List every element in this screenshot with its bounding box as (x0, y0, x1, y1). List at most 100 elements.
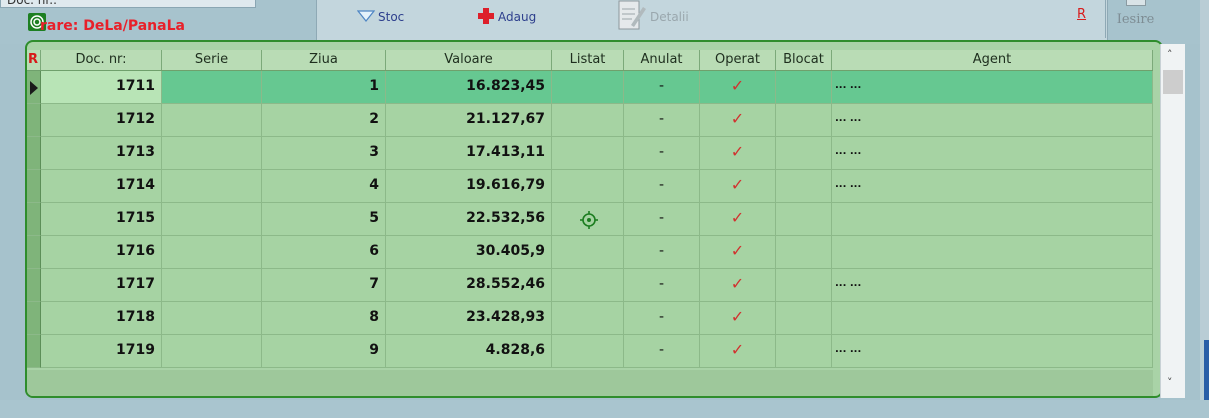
cell-docnr[interactable]: 1717 (41, 269, 162, 302)
cell-serie[interactable] (162, 71, 262, 104)
cell-blocat[interactable] (776, 335, 832, 368)
cell-ziua[interactable]: 3 (262, 137, 386, 170)
col-header-docnr[interactable]: Doc. nr: (41, 50, 162, 70)
cell-ziua[interactable]: 8 (262, 302, 386, 335)
cell-operat[interactable]: ✓ (700, 71, 776, 104)
cell-anulat[interactable]: - (624, 137, 700, 170)
cell-blocat[interactable] (776, 302, 832, 335)
cell-ziua[interactable]: 6 (262, 236, 386, 269)
chevron-down-icon[interactable]: ˅ (1167, 376, 1173, 389)
col-header-operat[interactable]: Operat (700, 50, 776, 70)
cell-agent[interactable]: ... ... (832, 170, 1153, 203)
row-indicator[interactable] (27, 104, 41, 137)
cell-serie[interactable] (162, 236, 262, 269)
cell-agent[interactable] (832, 302, 1153, 335)
table-row[interactable]: 1719 9 4.828,6 - ✓ ... ... (27, 335, 1153, 368)
cell-valoare[interactable]: 28.552,46 (386, 269, 552, 302)
cell-agent[interactable]: ... ... (832, 71, 1153, 104)
stoc-button[interactable]: Stoc (356, 7, 404, 27)
row-indicator[interactable] (27, 170, 41, 203)
col-header-valoare[interactable]: Valoare (386, 50, 552, 70)
table-row[interactable]: 1712 2 21.127,67 - ✓ ... ... (27, 104, 1153, 137)
cell-ziua[interactable]: 4 (262, 170, 386, 203)
cell-docnr[interactable]: 1713 (41, 137, 162, 170)
table-row[interactable]: 1711 1 16.823,45 - ✓ ... ... (27, 71, 1153, 104)
cell-valoare[interactable]: 17.413,11 (386, 137, 552, 170)
cell-serie[interactable] (162, 203, 262, 236)
table-row[interactable]: 1716 6 30.405,9 - ✓ (27, 236, 1153, 269)
cell-operat[interactable]: ✓ (700, 335, 776, 368)
cell-valoare[interactable]: 16.823,45 (386, 71, 552, 104)
cell-valoare[interactable]: 19.616,79 (386, 170, 552, 203)
cell-agent[interactable] (832, 203, 1153, 236)
cell-listat[interactable] (552, 269, 624, 302)
table-row[interactable]: 1718 8 23.428,93 - ✓ (27, 302, 1153, 335)
cell-blocat[interactable] (776, 71, 832, 104)
detalii-button[interactable]: Detalii (617, 0, 689, 29)
cell-listat[interactable] (552, 302, 624, 335)
row-indicator[interactable] (27, 269, 41, 302)
cell-operat[interactable]: ✓ (700, 170, 776, 203)
row-indicator[interactable] (27, 302, 41, 335)
cell-agent[interactable]: ... ... (832, 269, 1153, 302)
cell-serie[interactable] (162, 137, 262, 170)
cell-docnr[interactable]: 1719 (41, 335, 162, 368)
cell-blocat[interactable] (776, 203, 832, 236)
cell-docnr[interactable]: 1714 (41, 170, 162, 203)
cell-ziua[interactable]: 9 (262, 335, 386, 368)
table-row[interactable]: 1715 5 22.532,56 - ✓ (27, 203, 1153, 236)
cell-serie[interactable] (162, 302, 262, 335)
cell-anulat[interactable]: - (624, 269, 700, 302)
cell-ziua[interactable]: 7 (262, 269, 386, 302)
cell-valoare[interactable]: 4.828,6 (386, 335, 552, 368)
vertical-scrollbar[interactable]: ˄ ˅ (1160, 44, 1185, 398)
cell-listat[interactable] (552, 170, 624, 203)
row-indicator[interactable] (27, 335, 41, 368)
col-header-listat[interactable]: Listat (552, 50, 624, 70)
cell-anulat[interactable]: - (624, 302, 700, 335)
cell-anulat[interactable]: - (624, 236, 700, 269)
cell-listat[interactable] (552, 71, 624, 104)
adaug-button[interactable]: Adaug (477, 7, 536, 27)
cell-serie[interactable] (162, 335, 262, 368)
row-indicator[interactable] (27, 203, 41, 236)
cell-blocat[interactable] (776, 104, 832, 137)
cell-docnr[interactable]: 1712 (41, 104, 162, 137)
cell-operat[interactable]: ✓ (700, 104, 776, 137)
cell-listat[interactable] (552, 104, 624, 137)
cell-ziua[interactable]: 2 (262, 104, 386, 137)
cell-operat[interactable]: ✓ (700, 269, 776, 302)
cell-operat[interactable]: ✓ (700, 236, 776, 269)
table-row[interactable]: 1714 4 19.616,79 - ✓ ... ... (27, 170, 1153, 203)
col-header-ziua[interactable]: Ziua (262, 50, 386, 70)
cell-anulat[interactable]: - (624, 71, 700, 104)
table-row[interactable]: 1713 3 17.413,11 - ✓ ... ... (27, 137, 1153, 170)
cell-blocat[interactable] (776, 236, 832, 269)
cell-blocat[interactable] (776, 137, 832, 170)
cell-valoare[interactable]: 23.428,93 (386, 302, 552, 335)
row-indicator[interactable] (27, 71, 41, 104)
cell-valoare[interactable]: 22.532,56 (386, 203, 552, 236)
cell-docnr[interactable]: 1715 (41, 203, 162, 236)
cell-listat[interactable] (552, 137, 624, 170)
cell-valoare[interactable]: 21.127,67 (386, 104, 552, 137)
col-header-blocat[interactable]: Blocat (776, 50, 832, 70)
cell-blocat[interactable] (776, 170, 832, 203)
cell-serie[interactable] (162, 104, 262, 137)
cell-anulat[interactable]: - (624, 203, 700, 236)
cell-agent[interactable]: ... ... (832, 335, 1153, 368)
cell-serie[interactable] (162, 170, 262, 203)
cell-operat[interactable]: ✓ (700, 203, 776, 236)
row-indicator[interactable] (27, 236, 41, 269)
cell-docnr[interactable]: 1716 (41, 236, 162, 269)
cell-agent[interactable]: ... ... (832, 137, 1153, 170)
row-indicator[interactable] (27, 137, 41, 170)
col-header-serie[interactable]: Serie (162, 50, 262, 70)
col-header-anulat[interactable]: Anulat (624, 50, 700, 70)
cell-agent[interactable] (832, 236, 1153, 269)
scroll-thumb[interactable] (1163, 70, 1183, 94)
cell-serie[interactable] (162, 269, 262, 302)
cell-anulat[interactable]: - (624, 104, 700, 137)
cell-valoare[interactable]: 30.405,9 (386, 236, 552, 269)
table-row[interactable]: 1717 7 28.552,46 - ✓ ... ... (27, 269, 1153, 302)
